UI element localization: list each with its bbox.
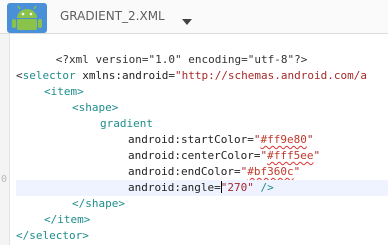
attribute-name: android:startColor=	[128, 133, 254, 146]
bracket: </	[16, 229, 30, 242]
attribute-name: android:centerColor=	[128, 149, 261, 162]
code-editor[interactable]: 0 <?xml version="1.0" encoding="utf-8"?>…	[0, 34, 388, 245]
line-gutter: 0	[0, 34, 10, 245]
quote: "	[313, 149, 321, 162]
code-line-shape-close: </shape>	[72, 196, 125, 212]
code-line-center-color: android:centerColor="#fff5ee"	[128, 148, 320, 164]
code-line-xml-declaration: <?xml version="1.0" encoding="utf-8"?>	[16, 36, 308, 66]
tag-name: item	[50, 85, 78, 98]
code-line-shape-open: <shape>	[72, 100, 118, 116]
tag-name: selector	[22, 69, 76, 82]
code-line-selector-open: <selector xmlns:android="http://schemas.…	[16, 68, 367, 84]
code-line-end-color: android:endColor="#bf360c"	[128, 164, 300, 180]
quote: "	[306, 133, 314, 146]
bracket: >	[77, 85, 84, 98]
bracket: </	[44, 213, 58, 226]
bracket: >	[118, 197, 125, 210]
bracket: >	[82, 229, 89, 242]
bracket: <	[16, 69, 23, 82]
code-line-item-close: </item>	[44, 212, 90, 228]
attribute-name: android:endColor=	[128, 165, 241, 178]
code-line-angle: android:angle="270" />	[16, 180, 388, 196]
attribute-value: "http://schemas.android.com/a	[174, 69, 368, 82]
editor-tab-bar: GRADIENT_2.XML	[0, 0, 388, 34]
attribute-value: "270"	[220, 181, 254, 194]
color-value: #bf360c	[247, 165, 294, 178]
attribute-name: android:angle=	[128, 181, 221, 194]
code-line-start-color: android:startColor="#ff9e80"	[128, 132, 313, 148]
code-area[interactable]: <?xml version="1.0" encoding="utf-8"?> <…	[16, 34, 388, 245]
bracket: <	[44, 85, 51, 98]
bracket: <	[72, 101, 79, 114]
tag-name: shape	[78, 101, 112, 114]
code-line-item-open: <item>	[44, 84, 84, 100]
tag-name: gradient	[100, 117, 153, 130]
code-line-gradient-open: gradient	[100, 116, 153, 132]
color-value: #fff5ee	[267, 149, 314, 162]
quote: "	[293, 165, 301, 178]
tag-name: item	[57, 213, 84, 226]
android-file-icon[interactable]	[6, 2, 48, 34]
code-line-selector-close: </selector>	[16, 228, 89, 244]
tab-title[interactable]: GRADIENT_2.XML	[60, 9, 165, 23]
bracket: >	[111, 101, 119, 114]
color-value: #ff9e80	[260, 133, 307, 146]
bracket: >	[83, 213, 91, 226]
gutter-line-number: 0	[1, 174, 8, 185]
tag-name: shape	[85, 197, 119, 210]
attribute-name: xmlns:android=	[75, 69, 175, 82]
bracket: </	[72, 197, 86, 210]
xml-declaration: <?xml version="1.0" encoding="utf-8"?>	[55, 53, 308, 66]
chevron-down-icon[interactable]	[180, 12, 194, 25]
bracket: />	[253, 181, 274, 194]
tag-name: selector	[29, 229, 83, 242]
